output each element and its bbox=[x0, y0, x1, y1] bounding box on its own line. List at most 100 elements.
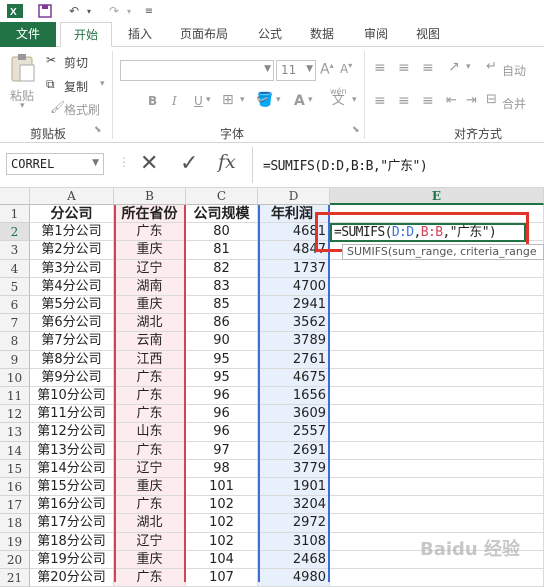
undo-dropdown-icon[interactable]: ▾ bbox=[84, 2, 94, 20]
merge-icon[interactable]: ⊟ bbox=[486, 92, 497, 107]
column-header-d[interactable]: D bbox=[258, 188, 330, 205]
clipboard-launcher-icon[interactable]: ⬊ bbox=[94, 125, 102, 135]
cell-a7[interactable]: 第6分公司 bbox=[30, 314, 114, 333]
bold-button[interactable]: B bbox=[148, 94, 157, 108]
cell-c21[interactable]: 107 bbox=[186, 569, 258, 587]
decrease-indent-icon[interactable]: ⇤ bbox=[446, 93, 457, 108]
cell-c5[interactable]: 83 bbox=[186, 277, 258, 296]
cell-d8[interactable]: 3789 bbox=[258, 332, 330, 351]
format-painter-button[interactable]: 格式刷 bbox=[64, 101, 100, 118]
underline-dropdown-icon[interactable]: ▾ bbox=[206, 95, 211, 105]
cell-a17[interactable]: 第16分公司 bbox=[30, 496, 114, 515]
cell-a10[interactable]: 第9分公司 bbox=[30, 368, 114, 387]
select-all-corner[interactable] bbox=[0, 188, 30, 205]
cell-c20[interactable]: 104 bbox=[186, 550, 258, 569]
tab-page-layout[interactable]: 页面布局 bbox=[170, 22, 238, 47]
row-header[interactable]: 13 bbox=[0, 423, 30, 442]
shrink-font-icon[interactable]: A▾ bbox=[340, 61, 352, 76]
cell-d10[interactable]: 4675 bbox=[258, 368, 330, 387]
cell-e5[interactable] bbox=[330, 277, 544, 296]
cell-c6[interactable]: 85 bbox=[186, 296, 258, 315]
tab-data[interactable]: 数据 bbox=[300, 22, 344, 47]
cell-b9[interactable]: 江西 bbox=[114, 350, 186, 369]
cell-a2[interactable]: 第1分公司 bbox=[30, 223, 114, 242]
cell-b6[interactable]: 重庆 bbox=[114, 296, 186, 315]
cell-b20[interactable]: 重庆 bbox=[114, 550, 186, 569]
cell-c12[interactable]: 96 bbox=[186, 405, 258, 424]
row-header[interactable]: 5 bbox=[0, 277, 30, 296]
tab-file[interactable]: 文件 bbox=[0, 22, 56, 47]
copy-dropdown-icon[interactable]: ▾ bbox=[100, 79, 105, 89]
cell-e16[interactable] bbox=[330, 478, 544, 497]
row-header[interactable]: 9 bbox=[0, 350, 30, 369]
increase-indent-icon[interactable]: ⇥ bbox=[466, 93, 477, 108]
cell-b21[interactable]: 广东 bbox=[114, 569, 186, 587]
cell-b4[interactable]: 辽宁 bbox=[114, 259, 186, 278]
font-size-combo[interactable]: 11 ▼ bbox=[276, 60, 316, 81]
enter-icon[interactable]: ✓ bbox=[180, 151, 198, 176]
cell-b15[interactable]: 辽宁 bbox=[114, 459, 186, 478]
cell-a3[interactable]: 第2分公司 bbox=[30, 241, 114, 260]
cell-e10[interactable] bbox=[330, 368, 544, 387]
cell-c16[interactable]: 101 bbox=[186, 478, 258, 497]
underline-button[interactable]: U bbox=[194, 94, 203, 108]
cell-c8[interactable]: 90 bbox=[186, 332, 258, 351]
cell-a9[interactable]: 第8分公司 bbox=[30, 350, 114, 369]
border-dropdown-icon[interactable]: ▾ bbox=[240, 95, 245, 105]
insert-function-icon[interactable]: fx bbox=[218, 151, 236, 173]
phonetic-button[interactable]: wén 文 bbox=[330, 87, 347, 107]
cell-e6[interactable] bbox=[330, 296, 544, 315]
save-icon[interactable] bbox=[36, 2, 54, 20]
cell-b1[interactable]: 所在省份 bbox=[114, 205, 186, 224]
column-header-a[interactable]: A bbox=[30, 188, 114, 205]
cell-a1[interactable]: 分公司 bbox=[30, 205, 114, 224]
row-header[interactable]: 20 bbox=[0, 550, 30, 569]
cell-b11[interactable]: 广东 bbox=[114, 387, 186, 406]
cell-c9[interactable]: 95 bbox=[186, 350, 258, 369]
row-header[interactable]: 6 bbox=[0, 296, 30, 315]
column-header-c[interactable]: C bbox=[186, 188, 258, 205]
cell-b19[interactable]: 辽宁 bbox=[114, 532, 186, 551]
cell-d14[interactable]: 2691 bbox=[258, 441, 330, 460]
cell-c7[interactable]: 86 bbox=[186, 314, 258, 333]
cell-e15[interactable] bbox=[330, 459, 544, 478]
name-box[interactable]: CORREL ▼ bbox=[6, 153, 104, 175]
cell-b7[interactable]: 湖北 bbox=[114, 314, 186, 333]
cell-e12[interactable] bbox=[330, 405, 544, 424]
cell-a12[interactable]: 第11分公司 bbox=[30, 405, 114, 424]
cell-e11[interactable] bbox=[330, 387, 544, 406]
merge-button[interactable]: 合并 bbox=[502, 95, 526, 112]
tab-formulas[interactable]: 公式 bbox=[248, 22, 292, 47]
redo-dropdown-icon[interactable]: ▾ bbox=[124, 2, 134, 20]
row-header[interactable]: 17 bbox=[0, 496, 30, 515]
copy-button[interactable]: 复制 bbox=[64, 78, 88, 95]
formula-input[interactable]: =SUMIFS(D:D,B:B,"广东") bbox=[252, 147, 544, 183]
cell-d6[interactable]: 2941 bbox=[258, 296, 330, 315]
cell-a19[interactable]: 第18分公司 bbox=[30, 532, 114, 551]
align-right-icon[interactable]: ≡ bbox=[422, 93, 434, 109]
cell-b3[interactable]: 重庆 bbox=[114, 241, 186, 260]
cell-a14[interactable]: 第13分公司 bbox=[30, 441, 114, 460]
cell-d5[interactable]: 4700 bbox=[258, 277, 330, 296]
cell-a4[interactable]: 第3分公司 bbox=[30, 259, 114, 278]
cell-d19[interactable]: 3108 bbox=[258, 532, 330, 551]
cell-b8[interactable]: 云南 bbox=[114, 332, 186, 351]
column-header-e[interactable]: E bbox=[330, 188, 544, 205]
grow-font-icon[interactable]: A▴ bbox=[320, 61, 334, 78]
paste-icon[interactable] bbox=[8, 53, 38, 83]
phonetic-dropdown-icon[interactable]: ▾ bbox=[352, 95, 357, 105]
font-name-combo[interactable]: ▼ bbox=[120, 60, 274, 81]
cell-e13[interactable] bbox=[330, 423, 544, 442]
paste-dropdown-icon[interactable]: ▾ bbox=[20, 101, 25, 111]
orientation-dropdown-icon[interactable]: ▾ bbox=[466, 62, 471, 72]
cell-c15[interactable]: 98 bbox=[186, 459, 258, 478]
cell-d13[interactable]: 2557 bbox=[258, 423, 330, 442]
cell-c18[interactable]: 102 bbox=[186, 514, 258, 533]
cancel-icon[interactable]: ✕ bbox=[140, 151, 158, 176]
font-color-icon[interactable]: A bbox=[294, 93, 305, 109]
cell-c17[interactable]: 102 bbox=[186, 496, 258, 515]
cell-a21[interactable]: 第20分公司 bbox=[30, 569, 114, 587]
cell-e8[interactable] bbox=[330, 332, 544, 351]
italic-button[interactable]: I bbox=[172, 94, 177, 108]
cell-d11[interactable]: 1656 bbox=[258, 387, 330, 406]
